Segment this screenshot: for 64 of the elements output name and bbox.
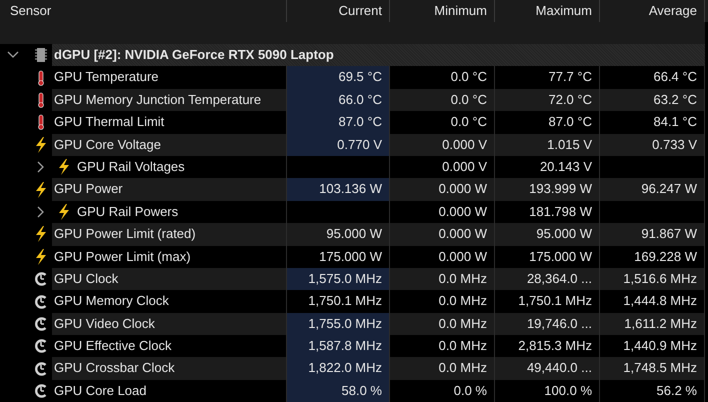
sensor-name[interactable]: GPU Core Voltage bbox=[52, 134, 286, 156]
average-value-cell: 91.867 W bbox=[600, 223, 705, 246]
lightning-icon bbox=[34, 248, 48, 265]
gauge-icon bbox=[34, 271, 48, 288]
lightning-icon bbox=[57, 159, 71, 176]
maximum-value-cell: 72.0 °C bbox=[495, 88, 600, 112]
maximum-value-cell: 100.0 % bbox=[495, 380, 600, 402]
lightning-icon bbox=[57, 204, 71, 220]
current-value-cell: 1,575.0 MHz bbox=[287, 268, 390, 290]
sensor-name[interactable]: GPU Power bbox=[52, 178, 286, 201]
lightning-icon bbox=[34, 226, 48, 242]
average-value-cell: 0.733 V bbox=[600, 134, 705, 156]
chip-icon bbox=[34, 47, 48, 64]
current-value-cell: 1,587.8 MHz bbox=[287, 335, 390, 358]
current-value-cell: 66.0 °C bbox=[287, 88, 390, 112]
sensor-name[interactable]: GPU Clock bbox=[52, 268, 286, 290]
gauge-icon bbox=[34, 383, 48, 400]
sensor-name[interactable]: GPU Memory Clock bbox=[52, 290, 286, 313]
maximum-value-cell: 28,364.0 ... bbox=[495, 268, 600, 290]
gauge-icon bbox=[34, 338, 48, 354]
sensor-name[interactable]: GPU Effective Clock bbox=[52, 335, 286, 358]
maximum-value-cell: 1.015 V bbox=[495, 134, 600, 156]
current-value-cell: 0.770 V bbox=[287, 134, 390, 156]
sensor-name[interactable]: GPU Core Load bbox=[52, 380, 286, 402]
sensor-name[interactable]: GPU Video Clock bbox=[52, 312, 286, 336]
average-value-cell: 1,748.5 MHz bbox=[600, 357, 705, 380]
average-value-cell: 56.2 % bbox=[600, 380, 705, 402]
gauge-icon bbox=[34, 360, 48, 377]
minimum-value-cell: 0.000 W bbox=[390, 178, 495, 201]
minimum-value-cell: 0.0 MHz bbox=[390, 357, 495, 380]
maximum-value-cell: 19,746.0 ... bbox=[495, 312, 600, 336]
average-value-cell: 1,611.2 MHz bbox=[600, 312, 705, 336]
current-value-cell: 58.0 % bbox=[287, 380, 390, 402]
current-value-cell: 1,755.0 MHz bbox=[287, 312, 390, 336]
sensor-name[interactable]: GPU Power Limit (max) bbox=[52, 246, 286, 268]
minimum-value-cell: 0.0 MHz bbox=[390, 268, 495, 290]
minimum-value-cell: 0.0 % bbox=[390, 380, 495, 402]
sensor-name[interactable]: GPU Rail Voltages bbox=[75, 156, 286, 178]
gauge-icon bbox=[34, 316, 48, 332]
sensor-name[interactable]: GPU Power Limit (rated) bbox=[52, 223, 286, 246]
lightning-icon bbox=[34, 136, 48, 153]
sensor-name[interactable]: GPU Rail Powers bbox=[75, 200, 286, 224]
sensor-name[interactable]: GPU Thermal Limit bbox=[52, 111, 286, 134]
sensor-name[interactable]: GPU Crossbar Clock bbox=[52, 357, 286, 380]
minimum-value-cell: 0.000 W bbox=[390, 223, 495, 246]
current-value-cell: 69.5 °C bbox=[287, 66, 390, 89]
average-value-cell: 1,516.6 MHz bbox=[600, 268, 705, 290]
maximum-value-cell: 49,440.0 ... bbox=[495, 357, 600, 380]
current-value-cell: 87.0 °C bbox=[287, 111, 390, 134]
maximum-value-cell: 95.000 W bbox=[495, 223, 600, 246]
minimum-value-cell: 0.000 V bbox=[390, 134, 495, 156]
minimum-value-cell: 0.0 °C bbox=[390, 88, 495, 112]
average-value-cell: 63.2 °C bbox=[600, 88, 705, 112]
device-name[interactable]: dGPU [#2]: NVIDIA GeForce RTX 5090 Laptop bbox=[52, 44, 334, 66]
maximum-value-cell: 193.999 W bbox=[495, 178, 600, 201]
current-value-cell: 95.000 W bbox=[287, 223, 390, 246]
sensor-name[interactable]: GPU Temperature bbox=[52, 66, 286, 89]
minimum-value-cell: 0.0 MHz bbox=[390, 312, 495, 336]
gauge-icon bbox=[34, 294, 48, 310]
lightning-icon bbox=[34, 182, 48, 198]
average-value-cell: 96.247 W bbox=[600, 178, 705, 201]
current-value-cell: 103.136 W bbox=[287, 178, 390, 201]
current-value-cell: 1,822.0 MHz bbox=[287, 357, 390, 380]
sensor-name[interactable]: GPU Memory Junction Temperature bbox=[52, 88, 286, 112]
